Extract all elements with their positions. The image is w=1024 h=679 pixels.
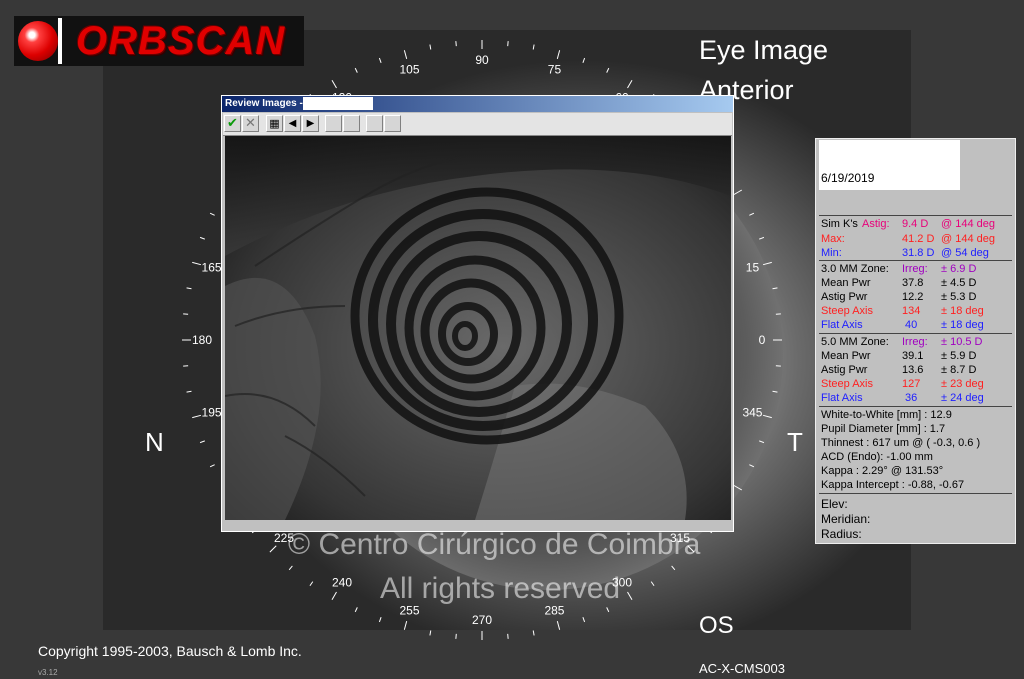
logo-divider [58, 18, 62, 64]
protractor-tick [429, 630, 432, 636]
logo-text: ORBSCAN [76, 19, 286, 63]
zone5-irreg-label: Irreg: [902, 336, 928, 348]
zone3-label: 3.0 MM Zone: [821, 263, 889, 275]
arrow-right-icon: ▶ [306, 118, 315, 129]
zone3-flat-sd: ± 18 deg [941, 319, 984, 331]
device-id: AC-X-CMS003 [699, 661, 785, 676]
simk-astig-axis: @ 144 deg [941, 218, 995, 230]
exam-date: 6/19/2019 [821, 171, 875, 185]
cursor-radius: Radius: [821, 527, 862, 541]
watermark-line2: All rights reserved [380, 572, 621, 605]
review-window-titlebar[interactable]: Review Images - [222, 96, 733, 112]
simk-astig-value: 9.4 D [902, 218, 929, 230]
tool-button-2[interactable] [343, 115, 360, 132]
cancel-button[interactable]: ✕ [242, 115, 259, 132]
view-title-line1: Eye Image [699, 35, 829, 65]
zone3-astig-sd: ± 5.3 D [941, 291, 977, 303]
previous-image-button[interactable]: ◀ [284, 115, 301, 132]
temporal-label: T [787, 427, 803, 457]
version: v3.12 [38, 668, 58, 677]
measurement-panel: 6/19/2019 Sim K's Astig: 9.4 D @ 144 deg… [815, 138, 1016, 544]
simk-max-value: 41.2 D [902, 233, 935, 245]
zone3-flat-label: Flat Axis [821, 319, 863, 331]
zone5-label: 5.0 MM Zone: [821, 336, 889, 348]
zone5-flat-value: 36 [905, 392, 918, 404]
logo-sphere-icon [18, 21, 58, 61]
review-window-title: Review Images - [225, 98, 303, 109]
zone3-mean-sd: ± 4.5 D [941, 277, 977, 289]
zone5-astig-sd: ± 8.7 D [941, 364, 977, 376]
copyright: Copyright 1995-2003, Bausch & Lomb Inc. [38, 643, 302, 659]
nasal-label: N [145, 427, 164, 457]
arrow-left-icon: ◀ [288, 118, 297, 129]
zone5-steep-sd: ± 23 deg [941, 378, 984, 390]
zone3-steep-label: Steep Axis [821, 305, 873, 317]
watermark-line1: © Centro Cirúrgico de Coimbra [288, 528, 701, 561]
zone5-mean-sd: ± 5.9 D [941, 350, 977, 362]
cursor-meridian: Meridian: [821, 512, 871, 526]
check-icon: ✔ [227, 116, 238, 131]
zone3-mean-value: 37.8 [902, 277, 924, 289]
zone5-flat-label: Flat Axis [821, 392, 863, 404]
zone5-irreg-value: ± 10.5 D [941, 336, 983, 348]
zone3-irreg-label: Irreg: [902, 263, 928, 275]
zone5-mean-label: Mean Pwr [821, 350, 871, 362]
simk-astig-label: Astig: [862, 218, 890, 230]
close-icon: ✕ [245, 116, 256, 131]
protractor-tick [532, 630, 535, 636]
zone3-mean-label: Mean Pwr [821, 277, 871, 289]
simk-min-label: Min: [821, 247, 842, 259]
zone3-steep-sd: ± 18 deg [941, 305, 984, 317]
placido-eye-image[interactable] [225, 136, 731, 520]
zone5-flat-sd: ± 24 deg [941, 392, 984, 404]
accept-button[interactable]: ✔ [224, 115, 241, 132]
save-button[interactable]: ▦ [266, 115, 283, 132]
zone5-mean-value: 39.1 [902, 350, 924, 362]
placido-rings-image [225, 136, 731, 520]
zone5-steep-value: 127 [902, 378, 921, 390]
zone3-astig-label: Astig Pwr [821, 291, 868, 303]
next-image-button[interactable]: ▶ [302, 115, 319, 132]
white-to-white: White-to-White [mm] : 12.9 [821, 409, 952, 421]
simk-max-axis: @ 144 deg [941, 233, 995, 245]
kappa-intercept: Kappa Intercept : -0.88, -0.67 [821, 479, 965, 491]
tool-button-1[interactable] [325, 115, 342, 132]
patient-id-redacted [884, 167, 960, 189]
review-title-field [303, 97, 373, 110]
simk-max-label: Max: [821, 233, 845, 245]
zone3-steep-value: 134 [902, 305, 921, 317]
review-images-window[interactable]: Review Images - ✔ ✕ ▦ ◀ ▶ [221, 95, 734, 532]
acd-endo: ACD (Endo): -1.00 mm [821, 451, 933, 463]
zone5-astig-value: 13.6 [902, 364, 924, 376]
zone3-astig-value: 12.2 [902, 291, 924, 303]
cursor-elev: Elev: [821, 497, 848, 511]
zone5-steep-label: Steep Axis [821, 378, 873, 390]
simk-label: Sim K's [821, 218, 858, 230]
thinnest: Thinnest : 617 um @ ( -0.3, 0.6 ) [821, 437, 981, 449]
pupil-diameter: Pupil Diameter [mm] : 1.7 [821, 423, 946, 435]
review-toolbar: ✔ ✕ ▦ ◀ ▶ [223, 113, 732, 136]
save-icon: ▦ [269, 117, 280, 130]
zone3-flat-value: 40 [905, 319, 918, 331]
zone3-irreg-value: ± 6.9 D [941, 263, 977, 275]
simk-min-value: 31.8 D [902, 247, 935, 259]
simk-min-axis: @ 54 deg [941, 247, 989, 259]
tool-button-4[interactable] [384, 115, 401, 132]
kappa: Kappa : 2.29° @ 131.53° [821, 465, 944, 477]
zone5-astig-label: Astig Pwr [821, 364, 868, 376]
eye-side-label: OS [699, 612, 734, 639]
tool-button-3[interactable] [366, 115, 383, 132]
